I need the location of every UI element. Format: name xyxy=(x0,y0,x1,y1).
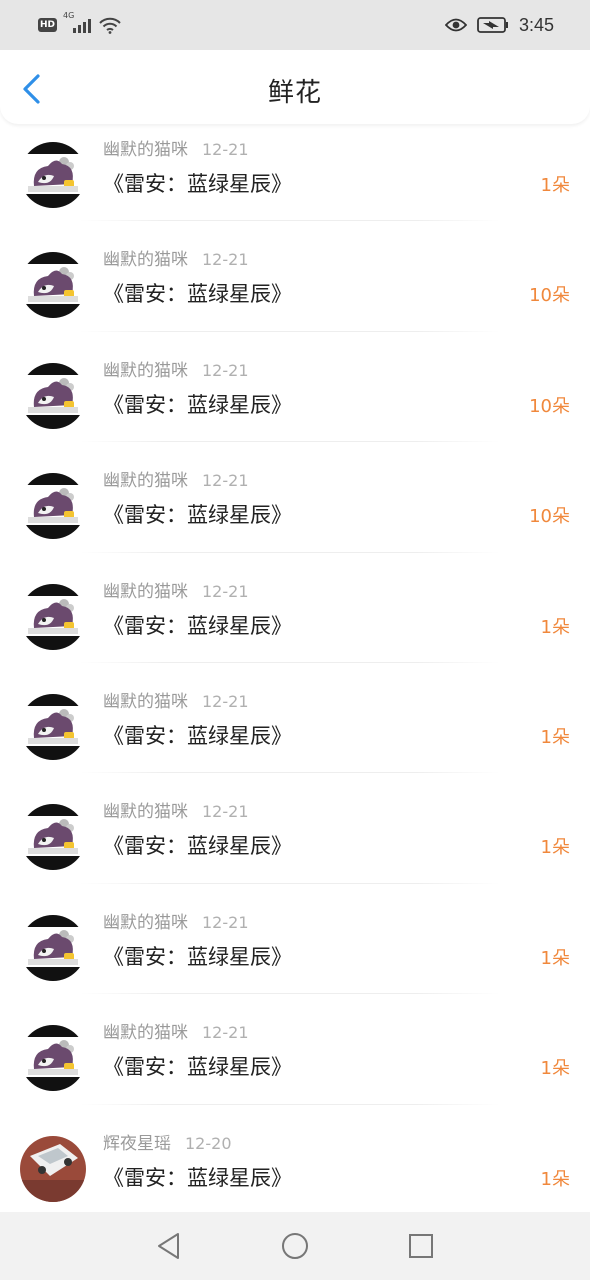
avatar[interactable] xyxy=(20,914,86,981)
flower-row[interactable]: 幽默的猫咪 12-21 《雷安：蓝绿星辰》 10朵 xyxy=(0,220,590,331)
row-meta: 幽默的猫咪 12-21 xyxy=(103,577,249,602)
work-title[interactable]: 《雷安：蓝绿星辰》 xyxy=(103,720,292,750)
flower-count: 1朵 xyxy=(540,947,570,969)
work-title[interactable]: 《雷安：蓝绿星辰》 xyxy=(103,168,292,198)
flower-count: 1朵 xyxy=(540,1168,570,1190)
flower-row[interactable]: 幽默的猫咪 12-21 《雷安：蓝绿星辰》 1朵 xyxy=(0,882,590,994)
avatar[interactable] xyxy=(20,252,86,319)
flower-list: 幽默的猫咪 12-21 《雷安：蓝绿星辰》 1朵 幽默的猫咪 12-21 《雷安：蓝… xyxy=(0,111,590,1215)
row-meta: 幽默的猫咪 12-21 xyxy=(103,356,249,381)
row-meta: 幽默的猫咪 12-21 xyxy=(103,245,249,270)
network-type-label: 4G xyxy=(63,11,75,20)
status-right: 3:45 xyxy=(444,14,554,36)
work-title[interactable]: 《雷安：蓝绿星辰》 xyxy=(103,830,292,860)
status-bar: HD 4G 3:45 xyxy=(0,0,590,50)
gift-date: 12-21 xyxy=(202,140,249,159)
work-title[interactable]: 《雷安：蓝绿星辰》 xyxy=(103,278,292,308)
work-title[interactable]: 《雷安：蓝绿星辰》 xyxy=(103,941,292,971)
username[interactable]: 幽默的猫咪 xyxy=(103,361,188,381)
flower-row[interactable]: 幽默的猫咪 12-21 《雷安：蓝绿星辰》 1朵 xyxy=(0,772,590,883)
row-meta: 幽默的猫咪 12-21 xyxy=(103,466,249,491)
flower-count: 10朵 xyxy=(529,506,570,528)
gift-date: 12-21 xyxy=(202,250,249,270)
hd-badge: HD xyxy=(38,18,58,32)
battery-icon xyxy=(477,17,508,33)
username[interactable]: 幽默的猫咪 xyxy=(103,1023,188,1043)
gift-date: 12-21 xyxy=(202,912,249,932)
flower-count: 1朵 xyxy=(540,837,570,859)
status-left: HD 4G xyxy=(38,11,121,34)
flower-row[interactable]: 幽默的猫咪 12-21 《雷安：蓝绿星辰》 1朵 xyxy=(0,993,590,1104)
username[interactable]: 幽默的猫咪 xyxy=(103,582,188,602)
system-nav-bar xyxy=(0,1212,590,1280)
work-title[interactable]: 《雷安：蓝绿星辰》 xyxy=(103,1162,292,1192)
gift-date: 12-21 xyxy=(202,360,249,380)
row-meta: 幽默的猫咪 12-21 xyxy=(103,908,249,933)
flower-row[interactable]: 幽默的猫咪 12-21 《雷安：蓝绿星辰》 1朵 xyxy=(0,661,590,773)
work-title[interactable]: 《雷安：蓝绿星辰》 xyxy=(103,610,292,640)
row-meta: 幽默的猫咪 12-21 xyxy=(103,687,249,712)
work-title[interactable]: 《雷安：蓝绿星辰》 xyxy=(103,389,292,419)
flower-row[interactable]: 幽默的猫咪 12-21 《雷安：蓝绿星辰》 1朵 xyxy=(0,551,590,663)
gift-date: 12-21 xyxy=(202,691,249,711)
signal-icon: 4G xyxy=(63,11,92,33)
nav-recents-button[interactable] xyxy=(406,1231,436,1261)
avatar[interactable] xyxy=(20,583,86,650)
nav-home-button[interactable] xyxy=(280,1231,310,1261)
gift-date: 12-21 xyxy=(202,471,249,491)
username[interactable]: 幽默的猫咪 xyxy=(103,802,188,822)
page-title: 鲜花 xyxy=(267,78,322,108)
status-time: 3:45 xyxy=(518,14,554,35)
username[interactable]: 幽默的猫咪 xyxy=(103,913,188,933)
username[interactable]: 幽默的猫咪 xyxy=(103,140,188,160)
header: 鲜花 xyxy=(0,50,590,124)
avatar[interactable] xyxy=(20,362,86,429)
circle-home-icon xyxy=(282,1233,308,1259)
avatar[interactable] xyxy=(20,1135,86,1202)
flower-count: 10朵 xyxy=(529,395,570,417)
row-meta: 幽默的猫咪 12-21 xyxy=(103,1018,249,1043)
avatar[interactable] xyxy=(20,473,86,540)
flower-row[interactable]: 幽默的猫咪 12-21 《雷安：蓝绿星辰》 10朵 xyxy=(0,441,590,552)
flower-row[interactable]: 幽默的猫咪 12-21 《雷安：蓝绿星辰》 10朵 xyxy=(0,330,590,442)
row-meta: 幽默的猫咪 12-21 xyxy=(103,797,249,822)
username[interactable]: 幽默的猫咪 xyxy=(103,471,188,491)
gift-date: 12-20 xyxy=(185,1133,232,1153)
flower-count: 1朵 xyxy=(540,726,570,748)
avatar[interactable] xyxy=(20,693,86,760)
username[interactable]: 辉夜星瑶 xyxy=(103,1134,171,1154)
flower-row[interactable]: 幽默的猫咪 12-21 《雷安：蓝绿星辰》 1朵 xyxy=(0,111,590,221)
square-recents-icon xyxy=(409,1234,433,1258)
avatar[interactable] xyxy=(20,804,86,871)
flower-row[interactable]: 辉夜星瑶 12-20 《雷安：蓝绿星辰》 1朵 xyxy=(0,1103,590,1215)
flower-count: 10朵 xyxy=(529,285,570,307)
row-meta: 幽默的猫咪 12-21 xyxy=(103,135,249,160)
eye-icon xyxy=(444,18,467,32)
gift-date: 12-21 xyxy=(202,1023,249,1043)
gift-date: 12-21 xyxy=(202,802,249,822)
nav-back-button[interactable] xyxy=(154,1231,184,1261)
row-meta: 辉夜星瑶 12-20 xyxy=(103,1129,232,1154)
username[interactable]: 幽默的猫咪 xyxy=(103,250,188,270)
gift-date: 12-21 xyxy=(202,581,249,601)
username[interactable]: 幽默的猫咪 xyxy=(103,692,188,712)
flower-count: 1朵 xyxy=(540,616,570,638)
avatar[interactable] xyxy=(20,142,86,208)
avatar[interactable] xyxy=(20,1025,86,1092)
triangle-back-icon xyxy=(158,1233,179,1259)
work-title[interactable]: 《雷安：蓝绿星辰》 xyxy=(103,499,292,529)
flower-count: 1朵 xyxy=(540,175,570,196)
wifi-icon xyxy=(99,17,121,34)
work-title[interactable]: 《雷安：蓝绿星辰》 xyxy=(103,1051,292,1081)
flower-count: 1朵 xyxy=(540,1058,570,1080)
